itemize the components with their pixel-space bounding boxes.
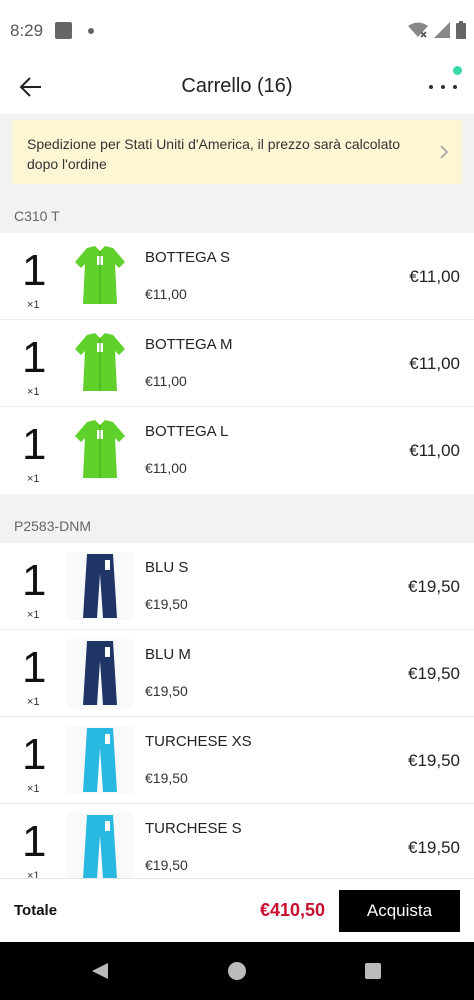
product-name: TURCHESE XS <box>145 733 252 750</box>
unit-price: €19,50 <box>145 857 188 873</box>
quantity-multiplier: ×1 <box>27 386 40 398</box>
nav-home-icon[interactable] <box>228 962 246 980</box>
product-name: TURCHESE S <box>145 820 242 837</box>
line-total: €11,00 <box>409 441 460 460</box>
unit-price: €11,00 <box>145 286 187 302</box>
quantity-value: 1 <box>22 333 47 382</box>
quantity-multiplier: ×1 <box>27 473 40 485</box>
line-total: €19,50 <box>408 751 460 770</box>
product-name: BOTTEGA M <box>145 336 233 353</box>
group-label: C310 T <box>14 208 60 224</box>
app-bar: Carrello (16) <box>0 60 474 114</box>
chevron-right-icon <box>440 145 449 159</box>
product-thumbnail[interactable] <box>67 552 133 620</box>
cart-item[interactable]: 1 ×1 BOTTEGA M €11,00 €11,00 <box>0 320 474 407</box>
cart-item[interactable]: 1 ×1 BOTTEGA S €11,00 €11,00 <box>0 233 474 320</box>
system-nav-bar <box>0 942 474 1000</box>
product-thumbnail[interactable] <box>67 242 133 310</box>
unit-price: €19,50 <box>145 683 188 699</box>
unit-price: €11,00 <box>145 460 187 476</box>
wifi-icon <box>408 22 428 38</box>
nav-back-icon[interactable] <box>90 961 110 981</box>
notification-dot-icon <box>88 28 94 34</box>
page-title: Carrello (16) <box>181 75 293 97</box>
cart-item[interactable]: 1 ×1 BLU M €19,50 €19,50 <box>0 630 474 717</box>
product-thumbnail[interactable] <box>67 329 133 397</box>
cart-item[interactable]: 1 ×1 BLU S €19,50 €19,50 <box>0 543 474 630</box>
quantity-value: 1 <box>22 420 47 469</box>
quantity-value: 1 <box>22 730 47 779</box>
line-total: €19,50 <box>408 577 460 596</box>
product-name: BOTTEGA S <box>145 249 231 266</box>
checkout-bar: Totale €410,50 Acquista <box>0 878 474 942</box>
product-thumbnail[interactable] <box>67 813 133 881</box>
battery-icon <box>456 21 466 39</box>
quantity-multiplier: ×1 <box>27 609 40 621</box>
quantity-multiplier: ×1 <box>27 696 40 708</box>
total-label: Totale <box>14 902 58 919</box>
quantity-multiplier: ×1 <box>27 299 40 311</box>
product-name: BLU S <box>145 559 189 576</box>
line-total: €19,50 <box>408 664 460 683</box>
unit-price: €11,00 <box>145 373 187 389</box>
product-thumbnail[interactable] <box>67 416 133 484</box>
nav-recents-icon[interactable] <box>365 963 381 979</box>
quantity-value: 1 <box>22 246 47 295</box>
shipping-notice[interactable]: Spedizione per Stati Uniti d'America, il… <box>12 120 462 184</box>
shipping-notice-text: Spedizione per Stati Uniti d'America, il… <box>27 136 401 172</box>
total-value: €410,50 <box>260 900 326 920</box>
notification-badge <box>453 66 462 75</box>
cart-group: 1 ×1 BOTTEGA S €11,00 €11,00 1 ×1 BOTTEG… <box>0 233 474 494</box>
product-thumbnail[interactable] <box>67 726 133 794</box>
status-time: 8:29 <box>10 21 44 40</box>
line-total: €11,00 <box>409 267 460 286</box>
quantity-value: 1 <box>22 556 47 605</box>
notification-icon <box>55 22 72 39</box>
quantity-multiplier: ×1 <box>27 783 40 795</box>
cart-screen: 8:29 Carrello (16) Spedizione per Stati … <box>0 0 474 1000</box>
product-thumbnail[interactable] <box>67 639 133 707</box>
product-name: BLU M <box>145 646 191 663</box>
unit-price: €19,50 <box>145 770 188 786</box>
product-name: BOTTEGA L <box>145 423 229 440</box>
quantity-value: 1 <box>22 643 47 692</box>
status-icons <box>408 20 466 40</box>
status-bar: 8:29 <box>0 0 474 60</box>
group-label: P2583-DNM <box>14 518 92 534</box>
more-dots-icon <box>429 85 457 89</box>
more-options-button[interactable] <box>426 72 460 102</box>
cart-group: 1 ×1 BLU S €19,50 €19,50 1 ×1 BLU M €19,… <box>0 543 474 891</box>
quantity-value: 1 <box>22 817 47 866</box>
unit-price: €19,50 <box>145 596 188 612</box>
checkout-button[interactable]: Acquista <box>339 890 460 932</box>
signal-icon <box>434 22 450 38</box>
cart-item[interactable]: 1 ×1 BOTTEGA L €11,00 €11,00 <box>0 407 474 494</box>
cart-item[interactable]: 1 ×1 TURCHESE XS €19,50 €19,50 <box>0 717 474 804</box>
line-total: €11,00 <box>409 354 460 373</box>
line-total: €19,50 <box>408 838 460 857</box>
